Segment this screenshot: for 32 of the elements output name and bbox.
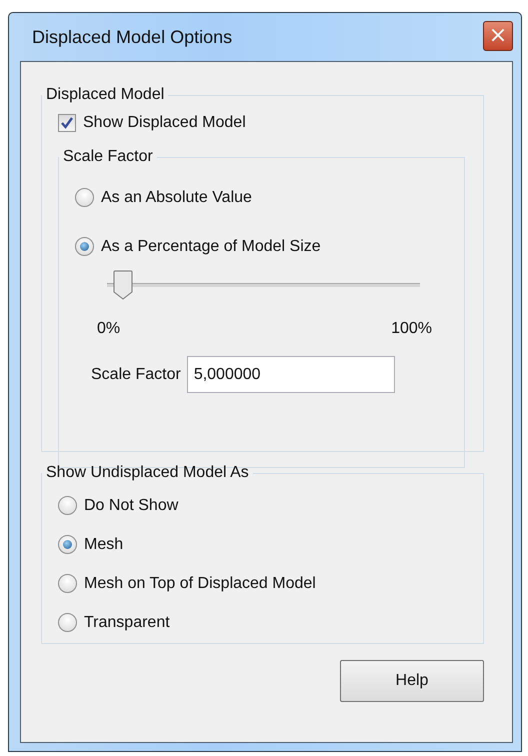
radio-option[interactable]: As a Percentage of Model Size xyxy=(75,237,448,256)
min-label: 0% xyxy=(97,320,120,338)
close-button[interactable]: × xyxy=(483,21,513,51)
scale-factor-field[interactable]: 5,000000 xyxy=(186,356,395,393)
radio-option[interactable]: Mesh xyxy=(58,535,483,554)
slider-thumb[interactable] xyxy=(112,270,133,300)
radio-label: Do Not Show xyxy=(84,496,178,514)
radio-option[interactable]: As an Absolute Value xyxy=(75,188,448,207)
max-label: 100% xyxy=(391,320,432,338)
radio-button[interactable] xyxy=(75,188,94,207)
radio-button[interactable] xyxy=(75,237,94,256)
group-title: Displaced Model xyxy=(45,86,166,104)
window-title: Displaced Model Options xyxy=(31,26,232,48)
radio-label: As an Absolute Value xyxy=(101,188,252,206)
radio-button[interactable] xyxy=(58,535,77,554)
radio-label: As a Percentage of Model Size xyxy=(101,238,321,256)
radio-option[interactable]: Do Not Show xyxy=(58,496,483,515)
checkbox[interactable] xyxy=(58,114,76,132)
radio-button[interactable] xyxy=(58,574,77,593)
radio-button[interactable] xyxy=(58,613,77,632)
radio-label: Mesh xyxy=(84,536,124,554)
group-title: Scale Factor xyxy=(62,148,154,166)
group-title: Show Undisplaced Model As xyxy=(45,464,250,482)
help-button[interactable]: Help xyxy=(340,660,484,702)
checkbox-label: Show Displaced Model xyxy=(83,114,246,132)
slider[interactable] xyxy=(107,270,420,300)
radio-option[interactable]: Transparent xyxy=(58,613,483,632)
radio-button[interactable] xyxy=(58,496,77,515)
radio-label: Mesh on Top of Displaced Model xyxy=(84,574,316,592)
radio-option[interactable]: Mesh on Top of Displaced Model xyxy=(58,574,483,593)
field-label: Scale Factor xyxy=(91,366,181,384)
radio-label: Transparent xyxy=(84,614,170,632)
